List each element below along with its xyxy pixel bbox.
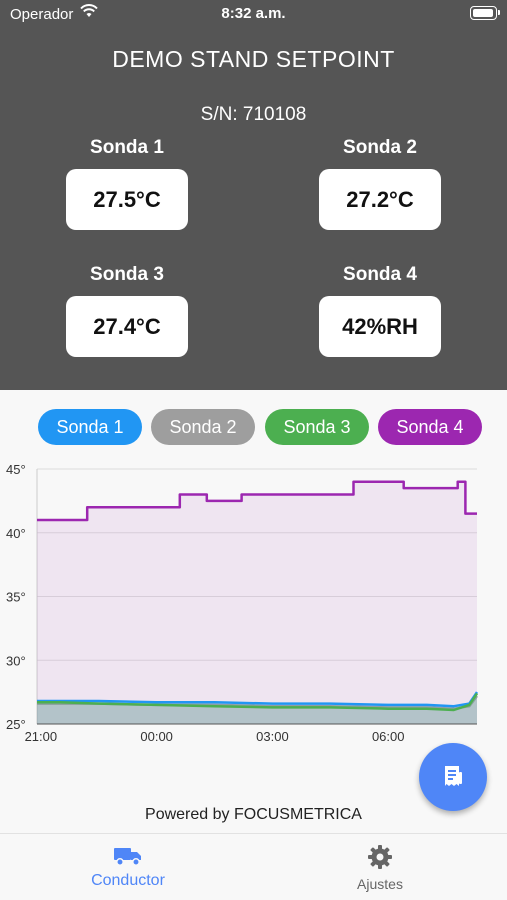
y-tick-label: 35°: [6, 590, 26, 605]
probe-label: Sonda 1: [90, 137, 164, 158]
probe-value: 27.5°C: [66, 169, 188, 230]
powered-by-label: Powered by FOCUSMETRICA: [145, 806, 362, 823]
probe-card-2: Sonda 2 27.2°C: [300, 137, 460, 230]
probe-value: 27.4°C: [66, 296, 188, 357]
chip-sonda-2[interactable]: Sonda 2: [151, 409, 255, 445]
chip-sonda-1[interactable]: Sonda 1: [38, 409, 142, 445]
y-tick-label: 30°: [6, 653, 26, 668]
probe-card-4: Sonda 4 42%RH: [300, 264, 460, 357]
receipt-icon: [445, 766, 462, 786]
tab-label: Conductor: [91, 872, 165, 889]
chip-sonda-4[interactable]: Sonda 4: [378, 409, 482, 445]
series-filter-chips: Sonda 1 Sonda 2 Sonda 3 Sonda 4: [0, 409, 507, 445]
tab-ajustes[interactable]: Ajustes: [280, 834, 480, 892]
x-tick-label: 00:00: [140, 729, 173, 744]
y-tick-label: 25°: [6, 717, 26, 732]
probe-card-3: Sonda 3 27.4°C: [47, 264, 207, 357]
x-tick-label: 03:00: [256, 729, 289, 744]
probe-card-1: Sonda 1 27.5°C: [47, 137, 207, 230]
y-tick-label: 45°: [6, 462, 26, 477]
tab-bar: Conductor Ajustes: [0, 833, 507, 900]
status-bar: Operador 8:32 a.m.: [0, 0, 507, 28]
tab-conductor[interactable]: Conductor: [28, 834, 228, 890]
probe-label: Sonda 4: [343, 264, 417, 285]
serial-number: S/N: 710108: [200, 104, 307, 125]
series-area: [37, 481, 477, 724]
gear-icon: [368, 845, 392, 869]
y-tick-label: 40°: [6, 526, 26, 541]
tab-label: Ajustes: [357, 876, 403, 892]
probe-label: Sonda 2: [343, 137, 417, 158]
battery-icon: [470, 6, 500, 20]
history-chart[interactable]: 45° 40° 35° 30° 25°21:00 00:00 03:00 06:00: [0, 452, 507, 752]
probe-value: 27.2°C: [319, 169, 441, 230]
header-panel: Operador 8:32 a.m. DEMO STAND SETPOINT S…: [0, 0, 507, 390]
clock: 8:32 a.m.: [221, 5, 286, 22]
report-button[interactable]: [419, 743, 487, 811]
probe-value: 42%RH: [319, 296, 441, 357]
truck-icon: [114, 848, 141, 866]
chip-sonda-3[interactable]: Sonda 3: [265, 409, 369, 445]
probe-label: Sonda 3: [90, 264, 164, 285]
x-tick-label: 21:00: [25, 729, 58, 744]
page-title: DEMO STAND SETPOINT: [112, 46, 395, 72]
x-tick-label: 06:00: [372, 729, 405, 744]
